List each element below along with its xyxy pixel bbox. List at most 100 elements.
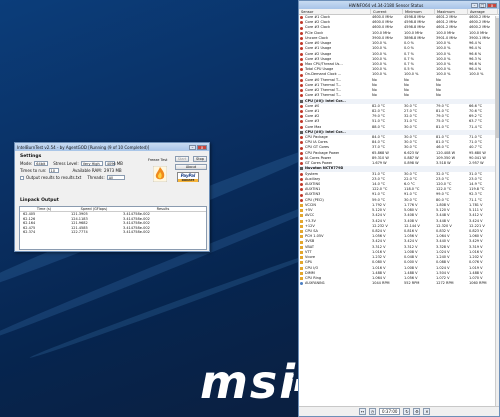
- sensor-icon: [300, 78, 303, 82]
- col-speed: Speed (GFlops): [80, 207, 108, 211]
- output-label: Output results to results.txt: [26, 175, 82, 180]
- voltage-icon: [300, 250, 303, 254]
- stress-mb-input[interactable]: 4096: [104, 161, 116, 166]
- fan-icon: [300, 282, 303, 286]
- sensor-icon: [300, 193, 303, 197]
- times-input[interactable]: 10: [48, 168, 59, 173]
- voltage-icon: [300, 203, 303, 207]
- hw-title: HWiNFO64 v4.34-2180 Sensor Status: [348, 2, 424, 8]
- voltage-icon: [300, 277, 303, 281]
- scrollbar-thumb[interactable]: [496, 18, 499, 138]
- sensor-icon: [300, 125, 303, 129]
- sensor-icon: [300, 146, 303, 150]
- chip-icon: [300, 167, 303, 171]
- hw-titlebar[interactable]: HWiNFO64 v4.34-2180 Sensor Status – □ x: [299, 1, 499, 9]
- about-button[interactable]: About: [175, 164, 207, 170]
- start-button[interactable]: Start: [175, 156, 189, 162]
- sensor-icon: [300, 31, 303, 35]
- mode-select[interactable]: 64bit: [34, 161, 49, 166]
- linpack-output-table[interactable]: Time (s) Speed (GFlops) Results 62.405 12…: [19, 206, 207, 250]
- threads-select[interactable]: All: [106, 175, 125, 180]
- wallpaper-logo: msi: [200, 355, 298, 409]
- sensor-icon: [300, 63, 303, 67]
- sensor-icon: [300, 162, 303, 166]
- close-button[interactable]: x: [487, 2, 497, 8]
- times-label: Times to run:: [20, 168, 47, 173]
- stress-level-select[interactable]: Very High: [80, 161, 103, 166]
- col-results: Results: [156, 207, 170, 211]
- voltage-icon: [300, 209, 303, 213]
- voltage-icon: [300, 240, 303, 244]
- sensor-icon: [300, 21, 303, 25]
- sensor-icon: [300, 73, 303, 77]
- maximize-button[interactable]: □: [479, 2, 486, 8]
- reset-icon[interactable]: ↻: [403, 408, 411, 415]
- sensor-icon: [300, 120, 303, 124]
- col-time: Time (s): [36, 207, 52, 211]
- paypal-donate-button[interactable]: PayPal DONATE: [177, 172, 199, 182]
- sensor-list[interactable]: Core #1 Clock 4600.0 MHz 4598.8 MHz 4601.2 …: [299, 15, 499, 286]
- voltage-icon: [300, 224, 303, 228]
- sensor-icon: [300, 198, 303, 202]
- sensor-icon: [300, 157, 303, 161]
- sensor-icon: [300, 42, 303, 46]
- minimum-value: 552 RPM: [404, 281, 420, 286]
- minimize-button[interactable]: –: [471, 2, 478, 8]
- table-row[interactable]: 62.374 122.7774 3.414758e-002: [20, 230, 206, 235]
- donate-label: DONATE: [178, 179, 198, 182]
- close-icon[interactable]: ✕: [423, 408, 431, 415]
- chip-icon: [300, 130, 303, 134]
- sensor-icon: [300, 26, 303, 30]
- close-button[interactable]: x: [197, 144, 207, 150]
- chip-icon: [300, 99, 303, 103]
- sensor-row[interactable]: AUXFANIN1 1044 RPM 552 RPM 1272 RPM 1060 RPM: [299, 281, 499, 286]
- sensor-icon: [300, 16, 303, 20]
- result-cell: 3.414758e-002: [123, 230, 150, 234]
- intelburntest-window: IntelBurnTest v2.54 - by AgentGOD [Runni…: [14, 142, 210, 252]
- mb-label: MB: [116, 161, 123, 166]
- stress-label: Stress Level:: [53, 161, 79, 166]
- arrows-icon[interactable]: ↔: [359, 408, 366, 415]
- voltage-icon: [300, 266, 303, 270]
- stop-button[interactable]: Stop: [193, 156, 207, 162]
- sensor-icon: [300, 52, 303, 56]
- scrollbar[interactable]: [495, 16, 499, 406]
- voltage-icon: [300, 271, 303, 275]
- ram-label: Available RAM:: [72, 168, 103, 173]
- freeze-test-label: Freeze Test: [148, 158, 168, 162]
- voltage-icon: [300, 214, 303, 218]
- time-cell: 62.374: [23, 230, 36, 234]
- sensor-icon: [300, 183, 303, 187]
- sensor-name: AUXFANIN1: [299, 281, 371, 286]
- voltage-icon: [300, 235, 303, 239]
- sensor-icon: [300, 83, 303, 87]
- sensor-icon: [300, 172, 303, 176]
- sensor-icon: [300, 151, 303, 155]
- linpack-output-label: Linpack Output: [20, 198, 59, 203]
- sensor-name-text: AUXFANIN1: [305, 281, 325, 286]
- sensor-icon: [300, 115, 303, 119]
- sensor-icon: [300, 89, 303, 93]
- ibt-title: IntelBurnTest v2.54 - by AgentGOD [Runni…: [17, 144, 150, 150]
- minimize-button[interactable]: –: [189, 144, 196, 150]
- settings-label: Settings: [20, 154, 42, 159]
- voltage-icon: [300, 245, 303, 249]
- flame-icon: [153, 166, 167, 182]
- sensor-icon: [300, 57, 303, 61]
- speed-cell: 122.7774: [71, 230, 88, 234]
- sensor-icon: [300, 177, 303, 181]
- output-checkbox[interactable]: [20, 175, 24, 180]
- elapsed-time: 0:37:00: [379, 408, 401, 415]
- mode-label: Mode:: [20, 161, 33, 166]
- sensor-icon: [300, 94, 303, 98]
- sensor-icon: [300, 141, 303, 145]
- sensor-icon: [300, 47, 303, 51]
- threads-label: Threads:: [87, 175, 105, 180]
- sensor-icon: [300, 104, 303, 108]
- ram-value: 2973 MB: [104, 168, 122, 173]
- voltage-icon: [300, 261, 303, 265]
- sensor-icon: [300, 136, 303, 140]
- ibt-titlebar[interactable]: IntelBurnTest v2.54 - by AgentGOD [Runni…: [15, 143, 209, 151]
- settings-icon[interactable]: ⚙: [413, 408, 421, 415]
- current-value: 1044 RPM: [372, 281, 390, 286]
